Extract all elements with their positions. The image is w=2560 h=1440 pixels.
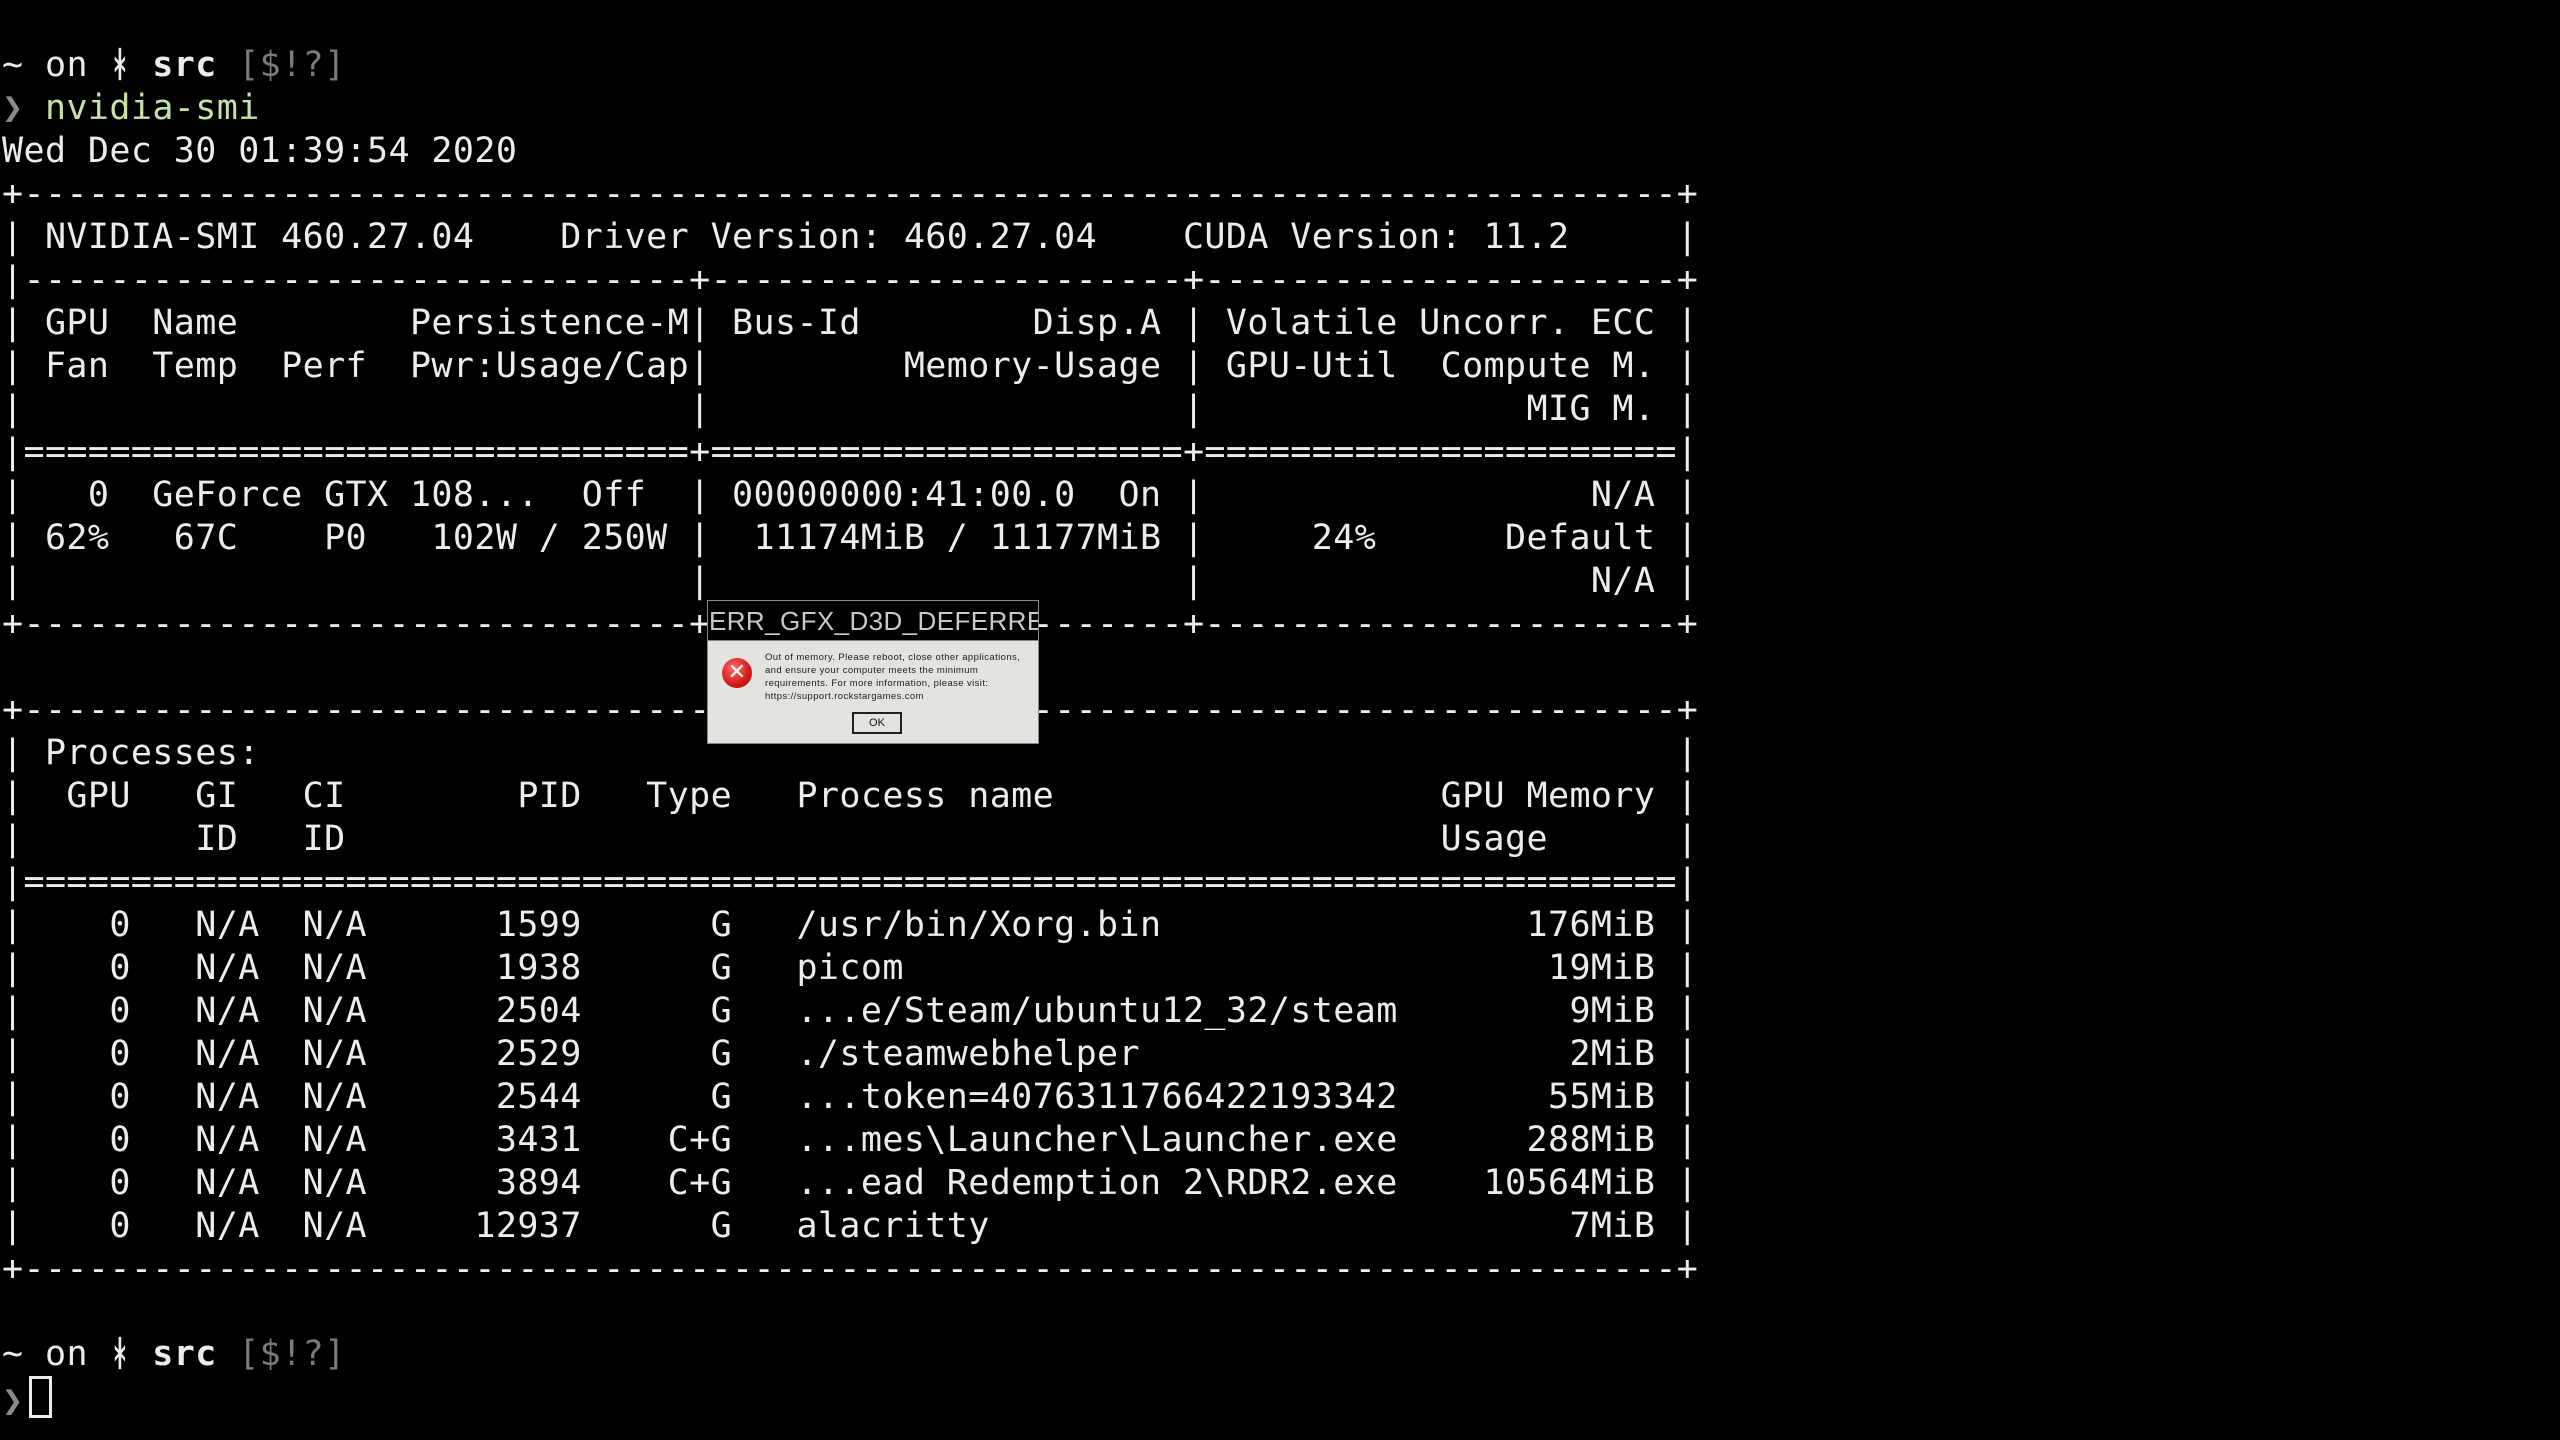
command-line: ❯ nvidia-smi (2, 87, 260, 130)
date-output: Wed Dec 30 01:39:54 2020 (2, 131, 518, 171)
smi-line: | 0 N/A N/A 3431 C+G ...mes\Launcher\Lau… (2, 1120, 1699, 1160)
git-branch-icon: ᚼ (109, 1334, 131, 1374)
smi-line: | | | N/A | (2, 561, 1699, 601)
smi-line: | 0 N/A N/A 2544 G ...token=407631176642… (2, 1077, 1699, 1117)
prompt-line: ~ on ᚼ src [$!?] (2, 44, 346, 87)
dialog-title[interactable]: ERR_GFX_D3D_DEFERRE... (708, 601, 1038, 641)
smi-line: |===============================+=======… (2, 432, 1699, 472)
terminal-window[interactable]: ~ on ᚼ src [$!?] ❯ nvidia-smi Wed Dec 30… (0, 0, 2560, 1440)
smi-line: | Fan Temp Perf Pwr:Usage/Cap| Memory-Us… (2, 346, 1699, 386)
cursor-block[interactable] (29, 1376, 53, 1418)
smi-line: | 0 GeForce GTX 108... Off | 00000000:41… (2, 475, 1699, 515)
smi-line: | 0 N/A N/A 12937 G alacritty 7MiB | (2, 1206, 1699, 1246)
prompt-line-2: ~ on ᚼ src [$!?] (2, 1333, 346, 1376)
smi-line: | 0 N/A N/A 2504 G ...e/Steam/ubuntu12_3… (2, 991, 1699, 1031)
smi-line: |-------------------------------+-------… (2, 260, 1699, 300)
prompt-home: ~ (2, 45, 24, 85)
smi-line: | 0 N/A N/A 1938 G picom 19MiB | (2, 948, 1699, 988)
error-icon: ✕ (722, 658, 752, 688)
smi-line: | | | MIG M. | (2, 389, 1699, 429)
prompt-on: on (44, 45, 88, 85)
command-text: nvidia-smi (44, 88, 260, 128)
smi-line: | 0 N/A N/A 3894 C+G ...ead Redemption 2… (2, 1163, 1699, 1203)
prompt-directory: src (152, 45, 217, 85)
prompt-arrow-icon: ❯ (2, 1381, 24, 1421)
smi-line: | GPU GI CI PID Type Process name GPU Me… (2, 776, 1699, 816)
smi-line: | GPU Name Persistence-M| Bus-Id Disp.A … (2, 303, 1699, 343)
git-status: [$!?] (238, 1334, 346, 1374)
smi-line: | NVIDIA-SMI 460.27.04 Driver Version: 4… (2, 217, 1699, 257)
smi-line: +---------------------------------------… (2, 174, 1699, 214)
error-dialog: ERR_GFX_D3D_DEFERRE... ✕ Out of memory. … (707, 600, 1039, 744)
ok-button[interactable]: OK (852, 712, 902, 734)
smi-line: | 0 N/A N/A 1599 G /usr/bin/Xorg.bin 176… (2, 905, 1699, 945)
smi-line: | 0 N/A N/A 2529 G ./steamwebhelper 2MiB… (2, 1034, 1699, 1074)
command-line-2[interactable]: ❯ (2, 1376, 53, 1421)
prompt-directory: src (152, 1334, 217, 1374)
smi-line: |=======================================… (2, 862, 1699, 902)
smi-line: | ID ID Usage | (2, 819, 1699, 859)
prompt-home: ~ (2, 1334, 24, 1374)
smi-line: +---------------------------------------… (2, 1249, 1699, 1289)
smi-line: | 62% 67C P0 102W / 250W | 11174MiB / 11… (2, 518, 1699, 558)
prompt-arrow-icon: ❯ (2, 88, 24, 128)
prompt-on: on (44, 1334, 88, 1374)
dialog-message: Out of memory. Please reboot, close othe… (765, 652, 1021, 702)
git-branch-icon: ᚼ (109, 45, 131, 85)
git-status: [$!?] (238, 45, 346, 85)
